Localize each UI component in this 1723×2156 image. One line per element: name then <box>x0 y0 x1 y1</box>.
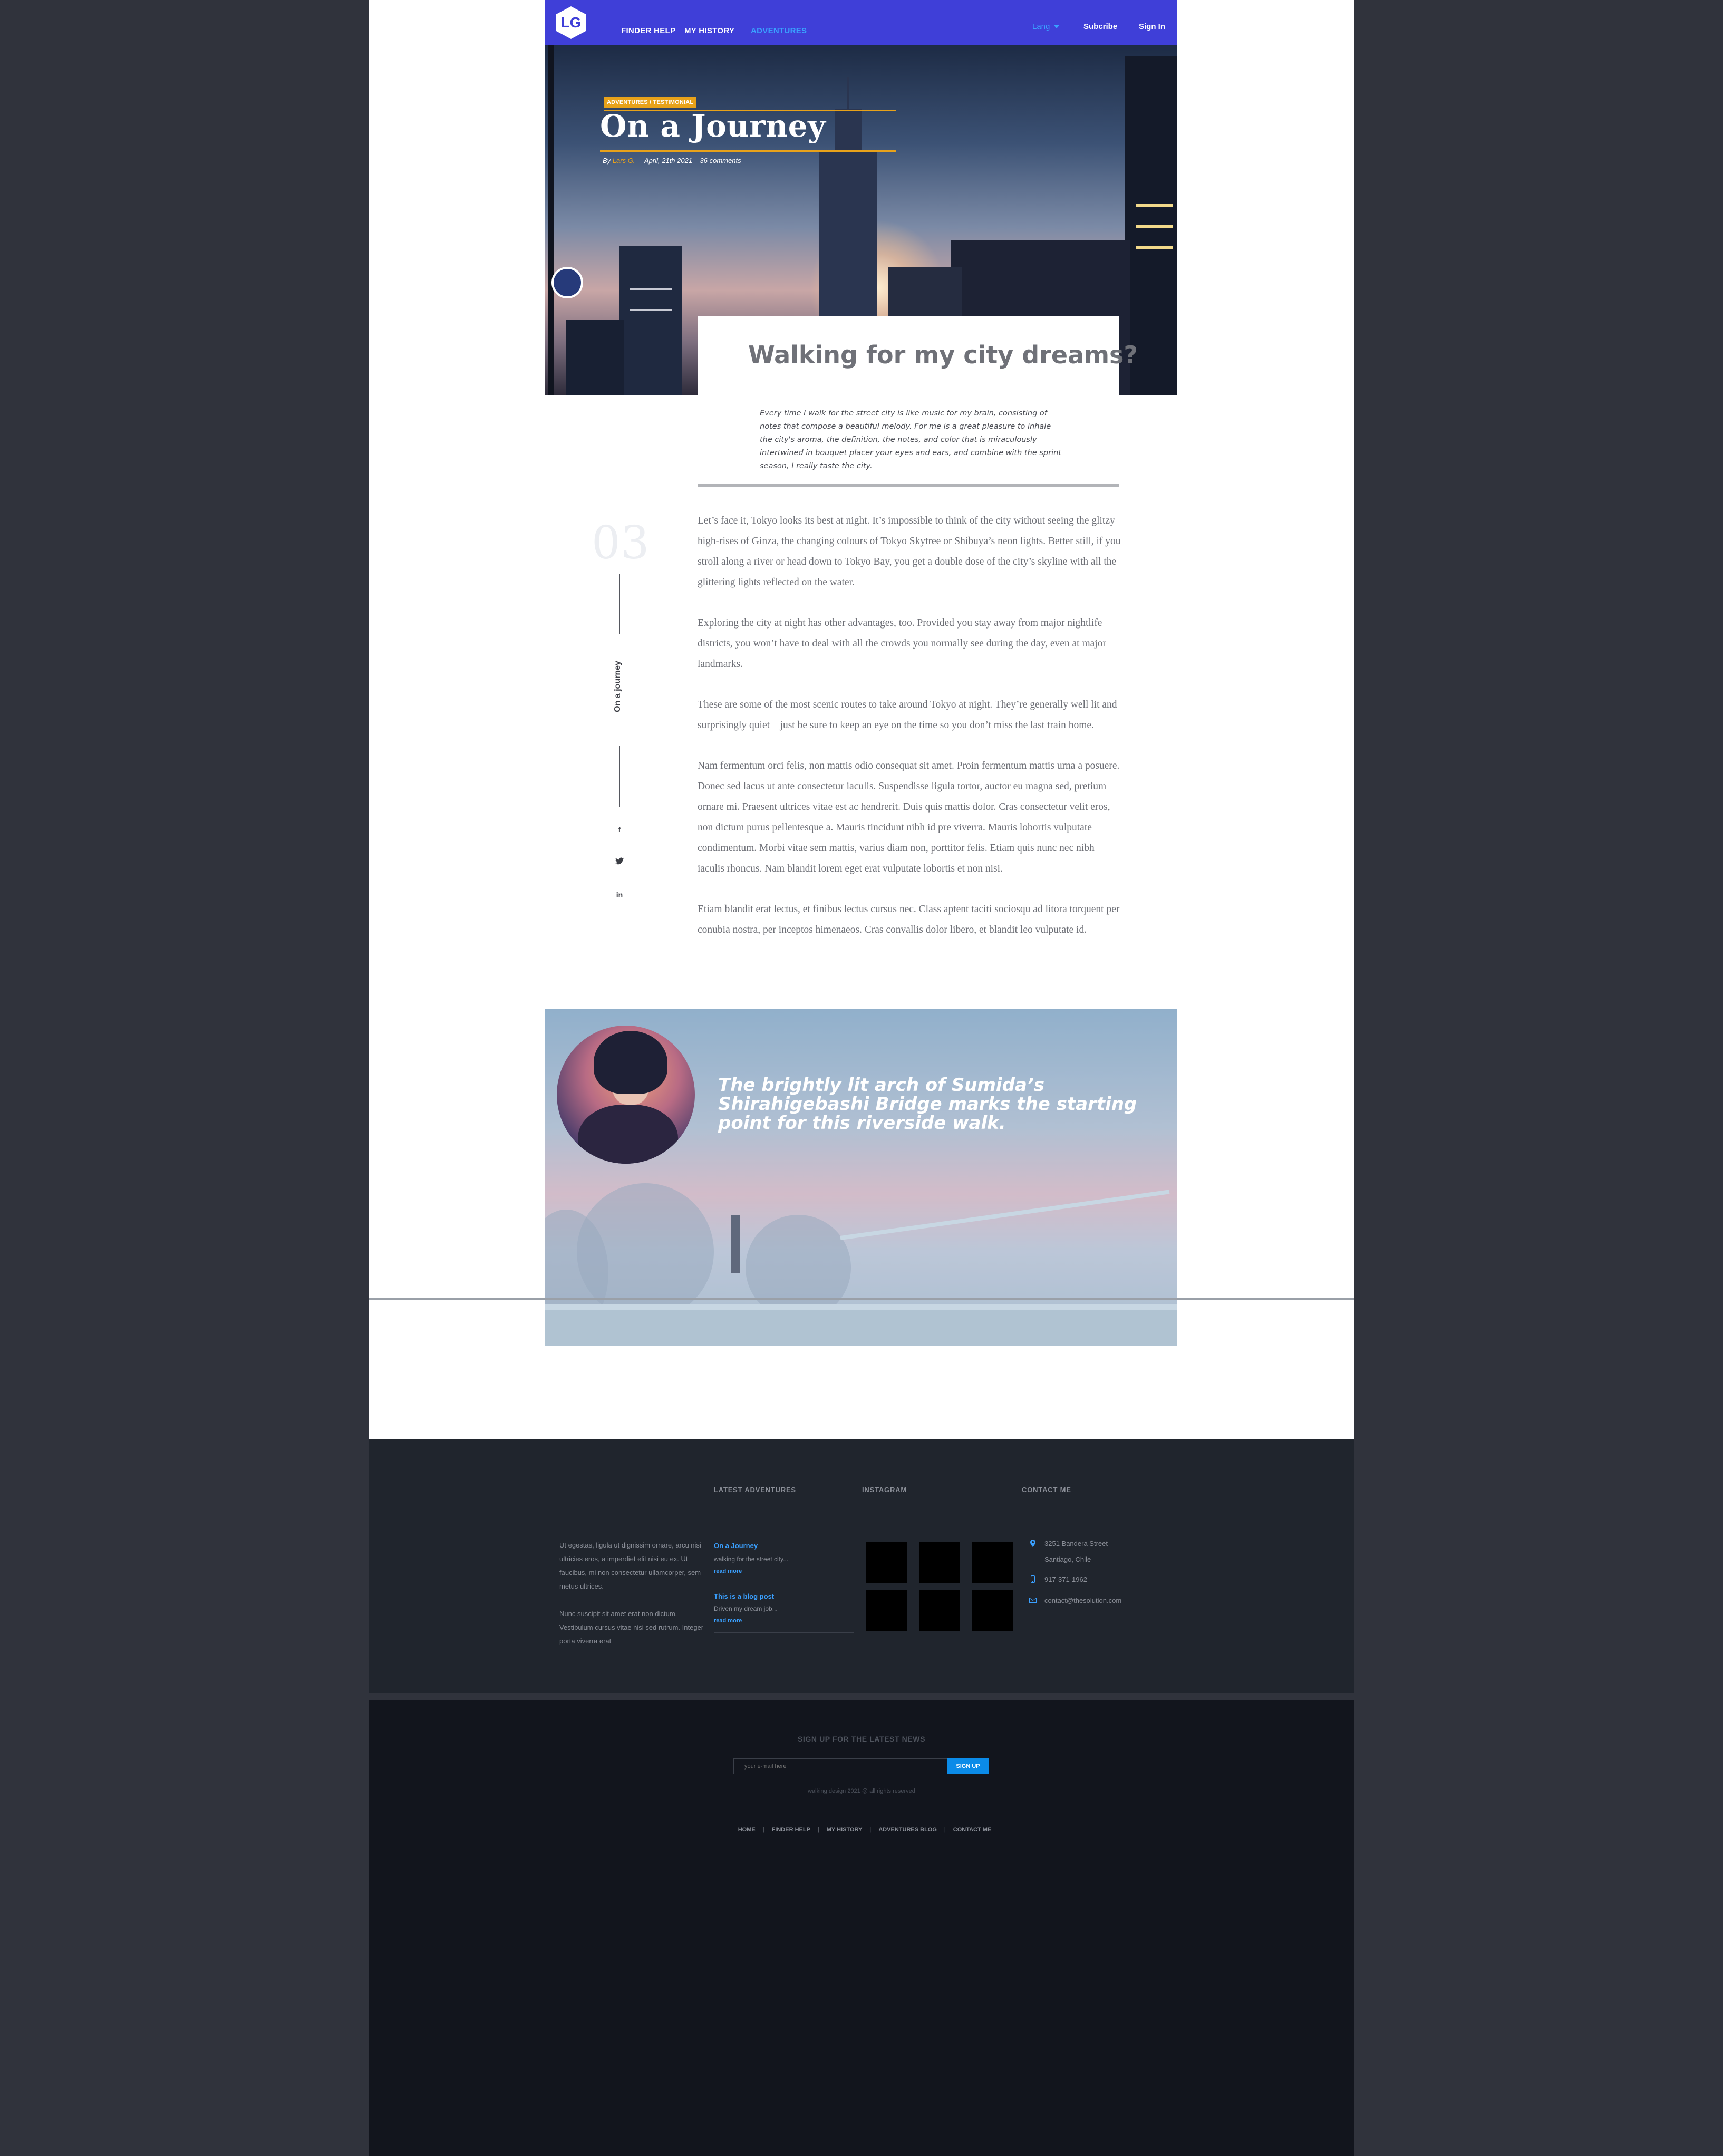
footer-link-finder-help[interactable]: FINDER HELP <box>772 1826 810 1833</box>
page-title: On a Journey <box>600 108 826 144</box>
building <box>566 320 624 395</box>
footer-link-home[interactable]: HOME <box>738 1826 756 1833</box>
footer-post-title[interactable]: This is a blog post <box>714 1592 774 1600</box>
intro-card-text: Every time I walk for the street city is… <box>760 409 1062 470</box>
footer-heading-latest: LATEST ADVENTURES <box>714 1486 796 1494</box>
footer-post-excerpt: Driven my dream job... <box>714 1605 778 1612</box>
footer <box>369 1439 1354 1693</box>
intro-card-posted: posted Friday April 21 <box>999 370 1060 376</box>
intro-card-border <box>698 484 1119 487</box>
footer-links: HOME | FINDER HELP | MY HISTORY | ADVENTURES B… <box>728 1826 1002 1833</box>
instagram-thumbnail[interactable] <box>866 1590 907 1631</box>
intro-card-title: Walking for my city dreams? <box>748 341 1138 369</box>
footer-heading-instagram: INSTAGRAM <box>862 1486 907 1494</box>
footer-post-title[interactable]: On a Journey <box>714 1542 758 1550</box>
street-pole <box>548 45 554 395</box>
nav-link-my-history[interactable]: MY HISTORY <box>684 26 734 35</box>
footer-heading-contact: CONTACT ME <box>1022 1486 1071 1494</box>
window-lights <box>1136 204 1173 207</box>
twitter-icon[interactable] <box>614 857 625 869</box>
logo-text: LG <box>560 14 582 31</box>
footer-separator <box>369 1693 1354 1700</box>
footer-read-more[interactable]: read more <box>714 1618 742 1624</box>
link-separator: | <box>762 1826 764 1833</box>
logo[interactable]: LG <box>554 5 588 40</box>
link-separator: | <box>944 1826 946 1833</box>
instagram-thumbnail[interactable] <box>972 1542 1013 1583</box>
chevron-down-icon <box>1054 25 1060 29</box>
footer-read-more[interactable]: read more <box>714 1568 742 1574</box>
title-line-bottom <box>600 150 896 152</box>
footer-link-contact-me[interactable]: CONTACT ME <box>953 1826 992 1833</box>
link-separator: | <box>817 1826 819 1833</box>
avatar-hair <box>594 1031 667 1094</box>
window-lights <box>630 309 672 311</box>
mail-icon <box>1029 1597 1037 1605</box>
window-lights <box>1136 246 1173 249</box>
tower-top <box>835 109 861 156</box>
meta-date: April, 21th 2021 <box>644 157 693 165</box>
category-badge[interactable]: ADVENTURES / TESTIMONIAL <box>604 97 697 108</box>
article-paragraph: These are some of the most scenic routes… <box>698 699 1117 731</box>
contact-address-line1: 3251 Bandera Street <box>1044 1540 1108 1548</box>
meta-by: By <box>603 157 611 165</box>
meta-author[interactable]: Lars G. <box>613 157 635 165</box>
article-paragraph: Let’s face it, Tokyo looks its best at n… <box>698 515 1121 588</box>
signup-heading: SIGN UP FOR THE LATEST NEWS <box>797 1735 926 1743</box>
section-divider <box>369 1298 1354 1300</box>
location-pin-icon <box>1029 1540 1037 1548</box>
lang-dropdown[interactable]: Lang <box>1032 22 1060 31</box>
phone-icon <box>1029 1575 1037 1584</box>
facebook-icon[interactable]: f <box>614 825 625 837</box>
newsletter-email-input[interactable] <box>733 1758 947 1774</box>
footer-about-text: Nunc suscipit sit amet erat non dictum. … <box>559 1610 704 1645</box>
article-paragraph: Nam fermentum orci felis, non mattis odi… <box>698 760 1120 874</box>
window-lights <box>1136 225 1173 228</box>
footer-link-adventures-blog[interactable]: ADVENTURES BLOG <box>878 1826 937 1833</box>
tower-spire <box>847 77 849 114</box>
post-meta: By Lars G. April, 21th 2021 36 comments <box>603 157 741 165</box>
signin-link[interactable]: Sign In <box>1139 22 1165 31</box>
article-paragraph: Exploring the city at night has other ad… <box>698 617 1106 670</box>
lang-label: Lang <box>1032 22 1050 31</box>
footer-post-excerpt: walking for the street city... <box>714 1555 789 1563</box>
signup-button[interactable]: SIGN UP <box>947 1758 989 1774</box>
subscribe-link[interactable]: Subcribe <box>1083 22 1117 31</box>
footer-post-divider <box>714 1632 854 1633</box>
copyright-text: walking design 2021 @ all rights reserve… <box>808 1788 915 1794</box>
avatar-coat <box>578 1105 678 1164</box>
footer-about-text: Ut egestas, ligula ut dignissim ornare, … <box>559 1541 701 1590</box>
meta-comments[interactable]: 36 comments <box>700 157 741 165</box>
nav-link-finder-help[interactable]: FINDER HELP <box>621 26 675 35</box>
section-number: 03 <box>592 517 650 569</box>
contact-phone[interactable]: 917-371-1962 <box>1044 1575 1087 1583</box>
author-avatar <box>557 1026 695 1164</box>
side-divider-bottom <box>619 746 620 807</box>
instagram-thumbnail[interactable] <box>972 1590 1013 1631</box>
building <box>619 246 682 395</box>
contact-address-line2: Santiago, Chile <box>1044 1555 1091 1563</box>
road-sign <box>551 267 583 298</box>
window-lights <box>630 288 672 290</box>
top-nav: LG FINDER HELP MY HISTORY ADVENTURES Lan… <box>545 0 1177 45</box>
side-divider-top <box>619 574 620 634</box>
instagram-thumbnail[interactable] <box>919 1590 960 1631</box>
instagram-thumbnail[interactable] <box>866 1542 907 1583</box>
instagram-thumbnail[interactable] <box>919 1542 960 1583</box>
article-paragraph: Etiam blandit erat lectus, et finibus le… <box>698 904 1120 935</box>
footer-link-my-history[interactable]: MY HISTORY <box>827 1826 863 1833</box>
contact-email[interactable]: contact@thesolution.com <box>1044 1597 1121 1604</box>
article-body: Let’s face it, Tokyo looks its best at n… <box>698 510 1124 960</box>
nav-link-adventures[interactable]: ADVENTURES <box>751 26 807 35</box>
linkedin-icon[interactable]: in <box>614 891 625 902</box>
link-separator: | <box>869 1826 872 1833</box>
feature-quote: The brightly lit arch of Sumida’s Shirah… <box>718 1075 1137 1134</box>
side-label: On a journey <box>613 661 622 712</box>
